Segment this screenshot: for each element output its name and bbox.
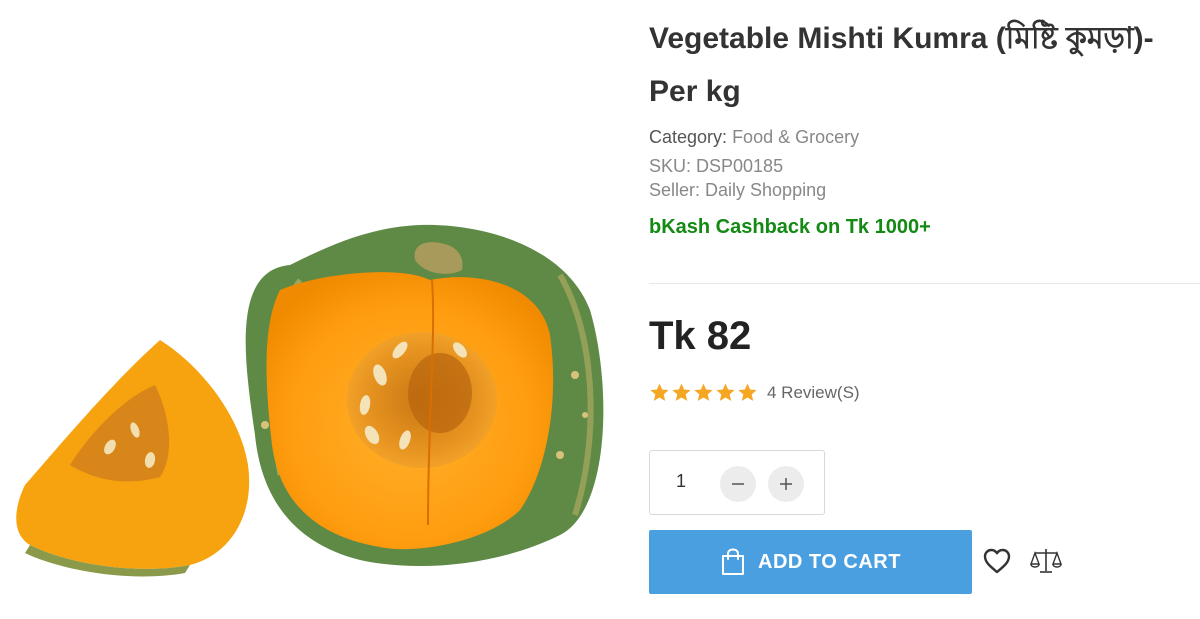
product-price: Tk 82: [649, 314, 752, 358]
shopping-bag-icon: [722, 548, 745, 575]
scale-icon[interactable]: [1030, 547, 1062, 575]
reviews-link[interactable]: 4 Review(S): [767, 383, 860, 403]
product-sku: SKU: DSP00185: [649, 156, 784, 176]
product-title-line-2: Per kg: [649, 75, 741, 108]
star-icon: [716, 383, 735, 401]
category-link[interactable]: Food & Grocery: [732, 127, 859, 147]
minus-icon: [732, 483, 744, 485]
star-icon: [738, 383, 757, 401]
product-rating: 4 Review(S): [649, 382, 860, 403]
category-label: Category:: [649, 127, 728, 147]
add-to-cart-button[interactable]: ADD TO CART: [649, 530, 972, 594]
product-title: Vegetable Mishti Kumra (মিষ্টি কুমড়া)- …: [649, 12, 1200, 118]
promo-text: bKash Cashback on Tk 1000+: [649, 216, 931, 238]
plus-icon: [780, 478, 792, 490]
star-icon: [672, 383, 691, 401]
heart-icon[interactable]: [983, 548, 1011, 574]
rating-stars: [649, 382, 758, 403]
product-image: [0, 215, 610, 590]
star-icon: [694, 383, 713, 401]
quantity-input[interactable]: 1: [676, 471, 686, 492]
product-seller: Seller: Daily Shopping: [649, 180, 827, 200]
add-to-cart-label: ADD TO CART: [758, 550, 901, 573]
product-category: Category: Food & Grocery: [649, 127, 859, 148]
quantity-stepper: 1: [649, 450, 825, 515]
quantity-increase-button[interactable]: [768, 466, 804, 502]
quantity-decrease-button[interactable]: [720, 466, 756, 502]
star-icon: [650, 383, 669, 401]
product-title-line-1: Vegetable Mishti Kumra (মিষ্টি কুমড়া)-: [649, 22, 1154, 55]
divider: [649, 283, 1200, 284]
